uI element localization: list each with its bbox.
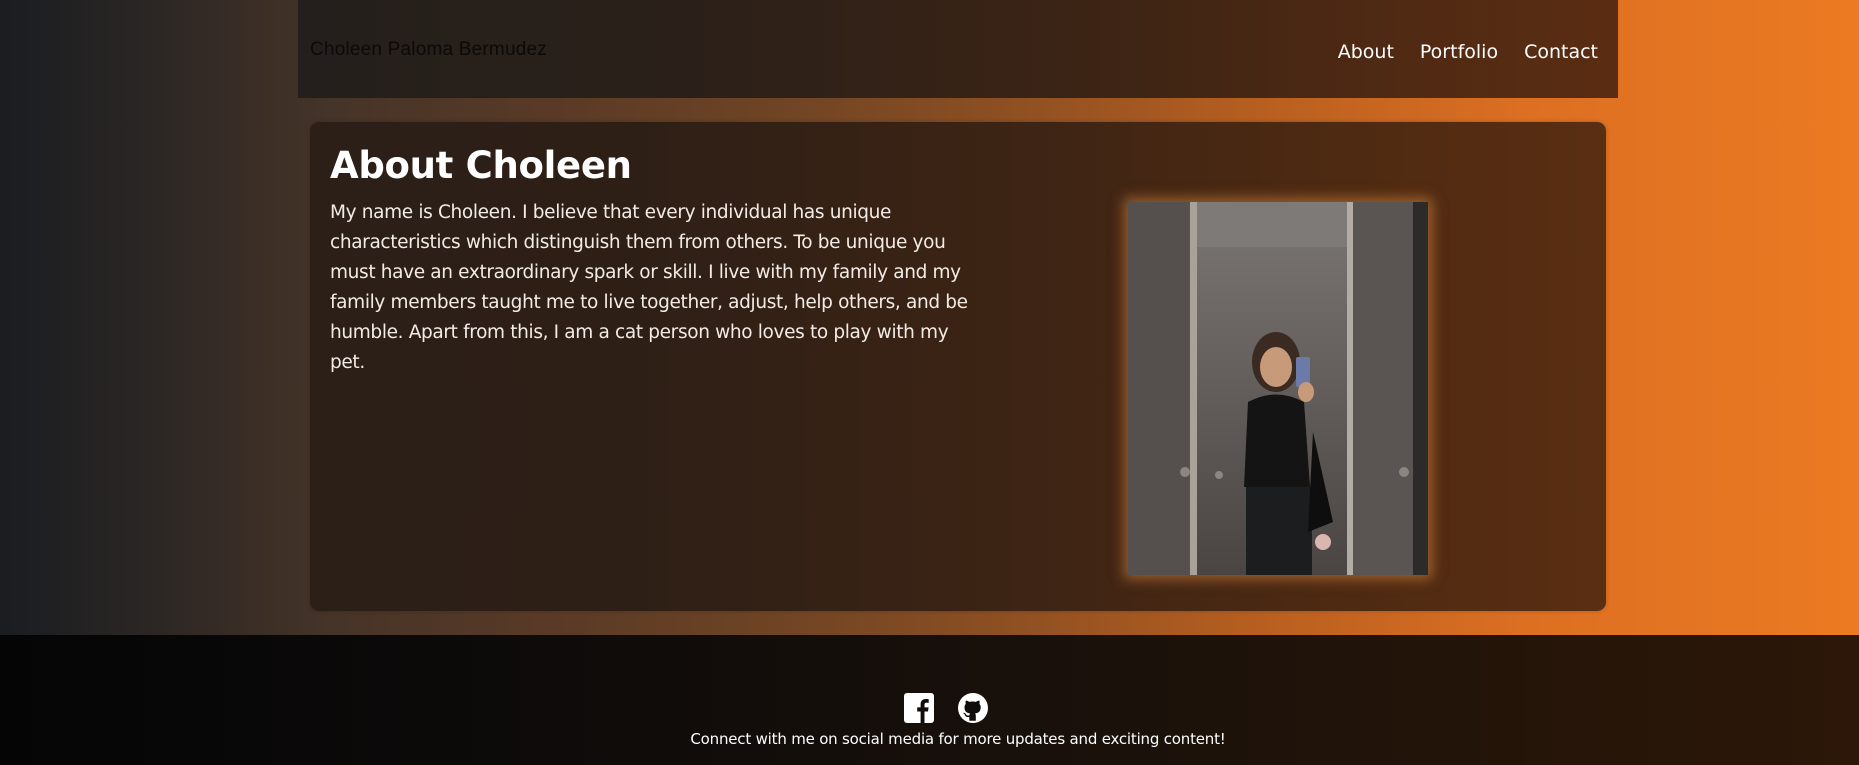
navbar: Choleen Paloma Bermudez About Portfolio … — [298, 0, 1618, 98]
github-icon[interactable] — [957, 692, 989, 724]
site-brand[interactable]: Choleen Paloma Bermudez — [310, 39, 547, 61]
about-paragraph: My name is Choleen. I believe that every… — [330, 202, 968, 373]
nav-link-about[interactable]: About — [1338, 41, 1394, 63]
nav-links: About Portfolio Contact — [1338, 41, 1598, 63]
social-links — [903, 692, 989, 724]
footer: Connect with me on social media for more… — [0, 635, 1859, 765]
about-card: About Choleen My name is Choleen. I beli… — [310, 122, 1606, 611]
nav-link-portfolio[interactable]: Portfolio — [1420, 41, 1498, 63]
footer-text: Connect with me on social media for more… — [690, 730, 1226, 748]
about-title: About Choleen — [330, 144, 632, 187]
facebook-icon[interactable] — [903, 692, 935, 724]
nav-link-contact[interactable]: Contact — [1524, 41, 1598, 63]
profile-photo — [1128, 202, 1428, 575]
